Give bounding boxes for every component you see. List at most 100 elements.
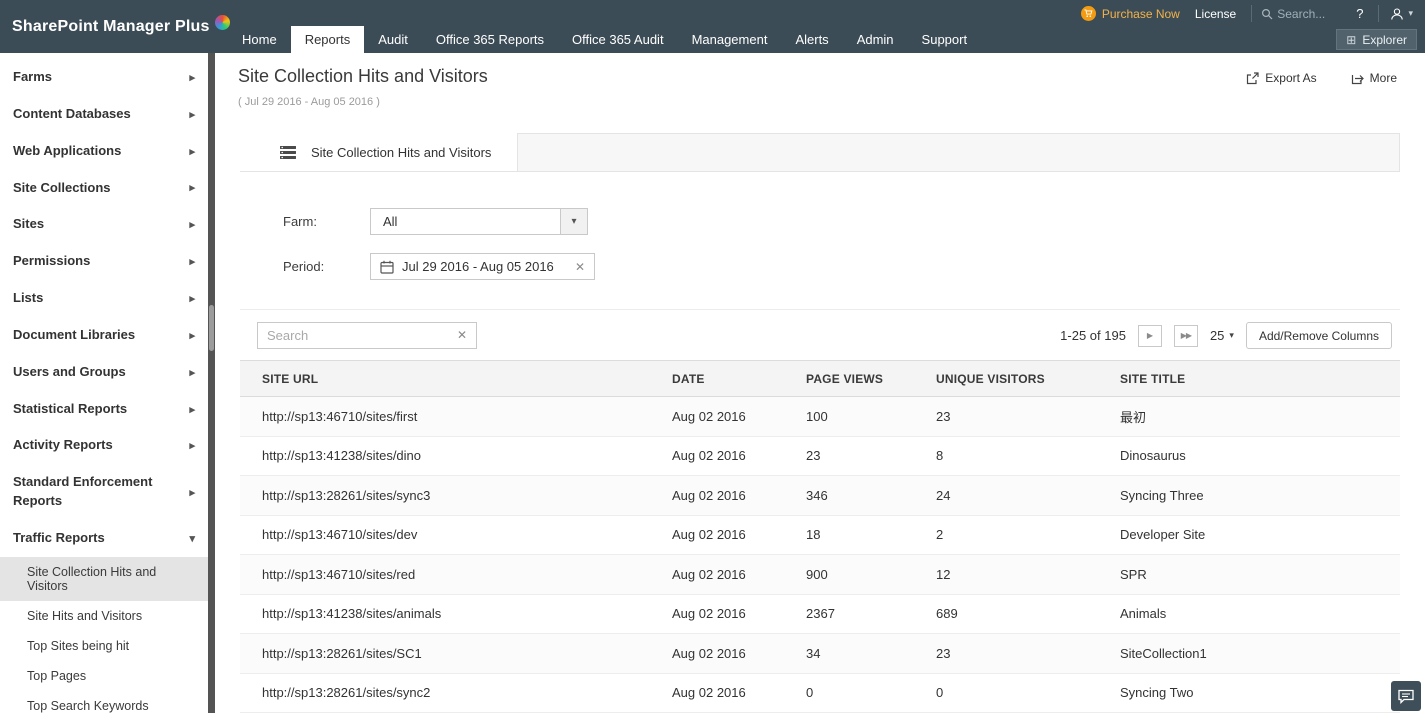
cell-date: Aug 02 2016 [672, 488, 806, 503]
sidebar-item-users-and-groups[interactable]: Users and Groups▸ [0, 354, 208, 391]
cell-site-url[interactable]: http://sp13:46710/sites/dev [262, 527, 672, 542]
sidebar-subitem-top-sites-being-hit[interactable]: Top Sites being hit [0, 631, 208, 661]
cell-site-title: Syncing Three [1120, 488, 1400, 503]
clear-period-icon[interactable]: ✕ [575, 260, 585, 274]
cell-site-title: SPR [1120, 567, 1400, 582]
farm-select[interactable]: All ▾ [370, 208, 588, 235]
add-remove-columns-button[interactable]: Add/Remove Columns [1246, 322, 1392, 349]
chevron-right-icon: ▸ [189, 403, 195, 416]
table-search: ✕ [257, 322, 477, 349]
page-date-range: ( Jul 29 2016 - Aug 05 2016 ) [238, 96, 380, 108]
table-row[interactable]: http://sp13:46710/sites/redAug 02 201690… [240, 555, 1400, 595]
table-row[interactable]: http://sp13:46710/sites/firstAug 02 2016… [240, 397, 1400, 437]
column-header-page-views[interactable]: PAGE VIEWS [806, 372, 936, 386]
cell-site-url[interactable]: http://sp13:28261/sites/sync2 [262, 685, 672, 700]
sidebar-scrollbar[interactable] [208, 53, 215, 713]
feedback-button[interactable] [1391, 681, 1421, 711]
farm-label: Farm: [283, 214, 370, 229]
farm-filter-row: Farm: All ▾ [283, 208, 588, 235]
chevron-down-icon: ▾ [189, 532, 195, 545]
chevron-down-icon[interactable]: ▾ [560, 209, 587, 234]
nav-tab-support[interactable]: Support [908, 26, 982, 53]
sidebar-subitem-site-collection-hits-and-visitors[interactable]: Site Collection Hits and Visitors [0, 557, 208, 601]
table-row[interactable]: http://sp13:28261/sites/SC1Aug 02 201634… [240, 634, 1400, 674]
chevron-right-icon: ▸ [189, 486, 195, 499]
sidebar-item-sites[interactable]: Sites▸ [0, 206, 208, 243]
page-size-dropdown[interactable]: 25 ▾ [1210, 328, 1234, 343]
cell-page-views: 2367 [806, 606, 936, 621]
cell-unique-visitors: 2 [936, 527, 1120, 542]
period-datepicker[interactable]: Jul 29 2016 - Aug 05 2016 ✕ [370, 253, 595, 280]
clear-search-icon[interactable]: ✕ [457, 328, 467, 342]
help-button[interactable]: ? [1356, 6, 1363, 21]
nav-tab-admin[interactable]: Admin [843, 26, 908, 53]
purchase-now-button[interactable]: Purchase Now [1081, 6, 1180, 21]
cell-date: Aug 02 2016 [672, 685, 806, 700]
sidebar-item-site-collections[interactable]: Site Collections▸ [0, 170, 208, 207]
cell-site-url[interactable]: http://sp13:46710/sites/first [262, 409, 672, 424]
more-button[interactable]: More [1351, 71, 1397, 85]
sidebar-item-document-libraries[interactable]: Document Libraries▸ [0, 317, 208, 354]
sidebar-item-statistical-reports[interactable]: Statistical Reports▸ [0, 391, 208, 428]
last-page-button[interactable]: ▶▶ [1174, 325, 1198, 347]
sidebar-item-lists[interactable]: Lists▸ [0, 280, 208, 317]
cell-page-views: 18 [806, 527, 936, 542]
cell-site-url[interactable]: http://sp13:41238/sites/dino [262, 448, 672, 463]
next-page-button[interactable]: ▶ [1138, 325, 1162, 347]
sidebar-item-label: Document Libraries [13, 326, 135, 345]
page-size-value: 25 [1210, 328, 1224, 343]
nav-tab-alerts[interactable]: Alerts [781, 26, 842, 53]
column-header-unique-visitors[interactable]: UNIQUE VISITORS [936, 372, 1120, 386]
sidebar-item-activity-reports[interactable]: Activity Reports▸ [0, 427, 208, 464]
cell-date: Aug 02 2016 [672, 448, 806, 463]
cell-site-url[interactable]: http://sp13:28261/sites/SC1 [262, 646, 672, 661]
topbar-search-input[interactable] [1277, 7, 1341, 21]
cell-page-views: 900 [806, 567, 936, 582]
report-panel: Site Collection Hits and Visitors Farm: … [240, 133, 1400, 713]
nav-tab-reports[interactable]: Reports [291, 26, 365, 53]
calendar-icon [380, 260, 394, 274]
main-nav: HomeReportsAuditOffice 365 ReportsOffice… [228, 26, 981, 53]
table-row[interactable]: http://sp13:28261/sites/sync2Aug 02 2016… [240, 674, 1400, 714]
more-label: More [1370, 71, 1397, 85]
table-row[interactable]: http://sp13:28261/sites/sync3Aug 02 2016… [240, 476, 1400, 516]
cell-site-title: 最初 [1120, 407, 1400, 426]
sidebar-subitem-top-search-keywords[interactable]: Top Search Keywords [0, 691, 208, 721]
sidebar-subitem-top-pages[interactable]: Top Pages [0, 661, 208, 691]
cell-site-url[interactable]: http://sp13:46710/sites/red [262, 567, 672, 582]
export-as-button[interactable]: Export As [1246, 71, 1316, 85]
period-label: Period: [283, 259, 370, 274]
sidebar-item-web-applications[interactable]: Web Applications▸ [0, 133, 208, 170]
nav-tab-office-365-audit[interactable]: Office 365 Audit [558, 26, 678, 53]
cell-site-url[interactable]: http://sp13:41238/sites/animals [262, 606, 672, 621]
sidebar-scrollbar-thumb[interactable] [209, 305, 214, 351]
sidebar-subitem-site-hits-and-visitors[interactable]: Site Hits and Visitors [0, 601, 208, 631]
app-name: SharePoint Manager Plus [12, 18, 210, 36]
nav-tab-management[interactable]: Management [678, 26, 782, 53]
column-header-date[interactable]: DATE [672, 372, 806, 386]
license-button[interactable]: License [1195, 7, 1236, 21]
explorer-button[interactable]: ⊞ Explorer [1336, 29, 1417, 50]
table-body: http://sp13:46710/sites/first Aug 02 2016… [240, 397, 1400, 713]
sidebar-item-farms[interactable]: Farms▸ [0, 59, 208, 96]
tab-label: Site Collection Hits and Visitors [311, 145, 491, 160]
tab-site-collection-hits-and-visitors[interactable]: Site Collection Hits and Visitors [240, 133, 518, 171]
sidebar-item-traffic-reports[interactable]: Traffic Reports▾ [0, 520, 208, 557]
table-row[interactable]: http://sp13:46710/sites/devAug 02 201618… [240, 516, 1400, 556]
table-search-input[interactable] [258, 323, 448, 348]
nav-tab-office-365-reports[interactable]: Office 365 Reports [422, 26, 558, 53]
table-row[interactable]: http://sp13:41238/sites/dinoAug 02 20162… [240, 437, 1400, 477]
sidebar-item-permissions[interactable]: Permissions▸ [0, 243, 208, 280]
nav-tab-audit[interactable]: Audit [364, 26, 422, 53]
column-header-site-url[interactable]: SITE URL [262, 372, 672, 386]
nav-tab-home[interactable]: Home [228, 26, 291, 53]
sidebar-item-standard-enforcement-reports[interactable]: Standard Enforcement Reports ▸ [0, 464, 208, 520]
sidebar-item-content-databases[interactable]: Content Databases▸ [0, 96, 208, 133]
sidebar-item-label: Standard Enforcement Reports [13, 473, 167, 511]
table-row[interactable]: http://sp13:41238/sites/animalsAug 02 20… [240, 595, 1400, 635]
column-header-site-title[interactable]: SITE TITLE [1120, 372, 1400, 386]
topbar-actions: Purchase Now License ? ▾ [1081, 0, 1413, 27]
user-menu-button[interactable]: ▾ [1378, 5, 1413, 22]
chevron-right-icon: ▸ [189, 366, 195, 379]
cell-site-url[interactable]: http://sp13:28261/sites/sync3 [262, 488, 672, 503]
